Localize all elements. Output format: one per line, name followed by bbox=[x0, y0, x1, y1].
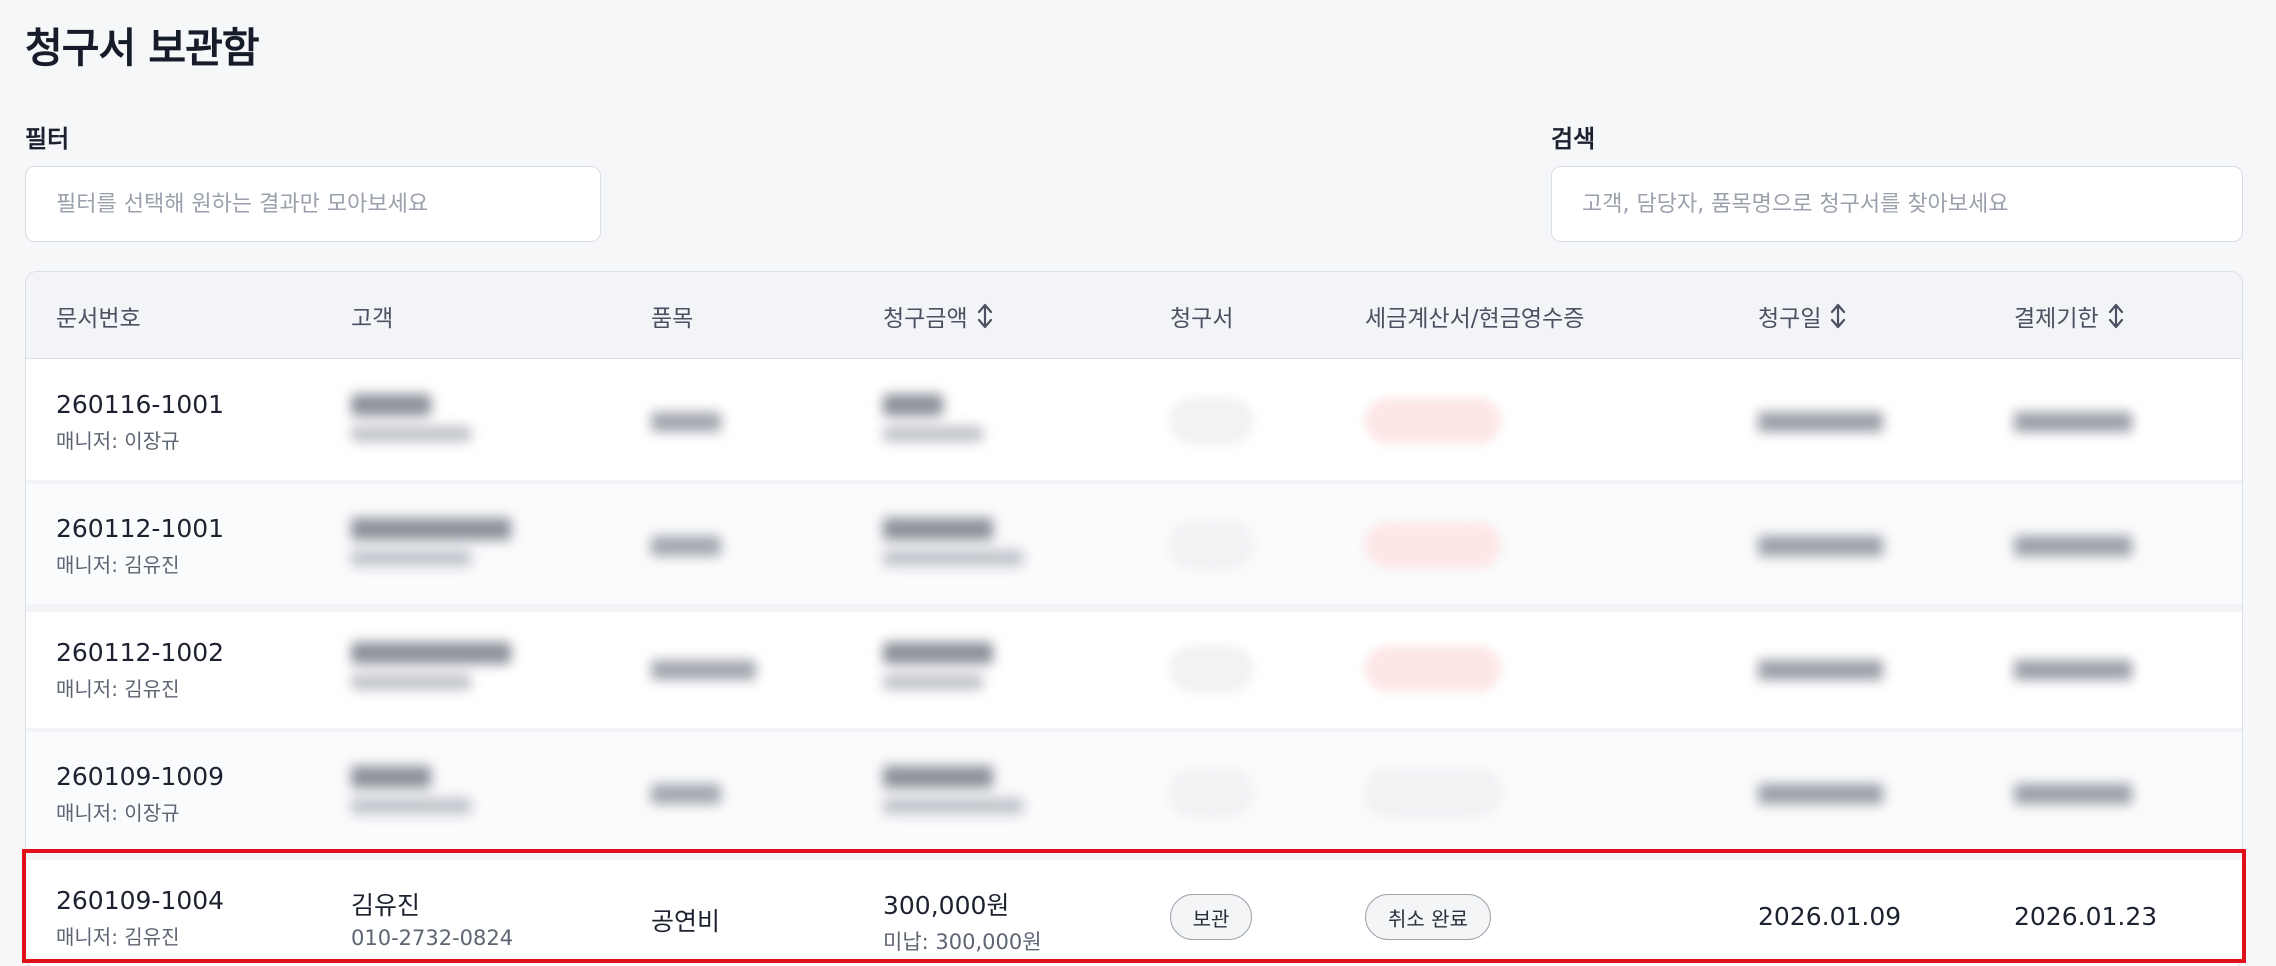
doc-number-cell: 260112-1002 매니저: 김유진 bbox=[56, 638, 224, 702]
doc-number[interactable]: 260112-1002 bbox=[56, 638, 224, 667]
table-header: 문서번호 고객 품목 청구금액 청구서 세금계산서/현금영수증 청구일 결제기한 bbox=[26, 272, 2242, 359]
customer-cell: 김유진 010-2732-0824 bbox=[351, 886, 513, 950]
due-date-cell bbox=[2014, 660, 2132, 680]
column-header-label: 고객 bbox=[351, 305, 394, 332]
manager-name: 매니저: 이장규 bbox=[56, 429, 180, 453]
invoice-status-badge[interactable] bbox=[1170, 646, 1252, 692]
column-header-label: 품목 bbox=[651, 305, 694, 332]
invoice-status-cell bbox=[1170, 398, 1252, 448]
item-cell bbox=[651, 412, 721, 432]
customer-cell bbox=[351, 642, 511, 690]
column-header: 세금계산서/현금영수증 bbox=[1365, 272, 1584, 359]
column-header: 문서번호 bbox=[56, 272, 141, 359]
tax-status-cell bbox=[1365, 646, 1501, 696]
invoice-table: 문서번호 고객 품목 청구금액 청구서 세금계산서/현금영수증 청구일 결제기한 260116… bbox=[25, 271, 2243, 966]
search-input[interactable] bbox=[1582, 191, 2242, 217]
tax-status-badge[interactable] bbox=[1365, 770, 1501, 816]
customer-cell bbox=[351, 766, 471, 814]
manager-name: 매니저: 이장규 bbox=[56, 801, 180, 825]
column-header-label: 문서번호 bbox=[56, 305, 141, 332]
manager-name: 매니저: 김유진 bbox=[56, 553, 180, 577]
table-row[interactable]: 260116-1001 매니저: 이장규 bbox=[26, 360, 2242, 484]
column-header[interactable]: 청구금액 bbox=[883, 272, 994, 359]
page-title: 청구서 보관함 bbox=[25, 24, 260, 72]
billed-date-cell bbox=[1758, 536, 1883, 556]
tax-status-cell bbox=[1365, 522, 1501, 572]
amount-cell bbox=[883, 394, 983, 442]
filter-field[interactable] bbox=[25, 166, 601, 242]
due-date-cell bbox=[2014, 536, 2132, 556]
column-header-label: 결제기한 bbox=[2014, 305, 2099, 332]
column-header: 청구서 bbox=[1170, 272, 1233, 359]
amount-cell bbox=[883, 766, 1023, 814]
sort-updown-icon[interactable] bbox=[976, 303, 994, 329]
billed-date-cell bbox=[1758, 784, 1883, 804]
invoice-status-badge[interactable] bbox=[1170, 522, 1252, 568]
doc-number[interactable]: 260109-1009 bbox=[56, 762, 224, 791]
search-label: 검색 bbox=[1551, 125, 1596, 153]
billed-date-cell bbox=[1758, 660, 1883, 680]
manager-name: 매니저: 김유진 bbox=[56, 677, 180, 701]
invoice-status-badge[interactable] bbox=[1170, 398, 1252, 444]
sort-updown-icon[interactable] bbox=[1829, 303, 1847, 329]
unpaid-amount: 미납: 300,000원 bbox=[883, 930, 1042, 954]
filter-input[interactable] bbox=[56, 191, 600, 217]
doc-number[interactable]: 260112-1001 bbox=[56, 514, 224, 543]
doc-number-cell: 260116-1001 매니저: 이장규 bbox=[56, 390, 224, 454]
invoice-status-cell bbox=[1170, 522, 1252, 572]
filter-label: 필터 bbox=[25, 125, 70, 153]
column-header[interactable]: 결제기한 bbox=[2014, 272, 2125, 359]
column-header-label: 청구서 bbox=[1170, 305, 1234, 332]
manager-name: 매니저: 김유진 bbox=[56, 925, 180, 949]
tax-status-badge[interactable] bbox=[1365, 398, 1501, 444]
tax-status-badge[interactable] bbox=[1365, 646, 1501, 692]
tax-status-badge[interactable] bbox=[1365, 522, 1501, 568]
customer-cell bbox=[351, 394, 471, 442]
invoice-status-badge[interactable]: 보관 bbox=[1170, 894, 1252, 940]
tax-status-cell bbox=[1365, 398, 1501, 448]
sort-updown-icon[interactable] bbox=[2107, 303, 2125, 329]
search-field[interactable] bbox=[1551, 166, 2243, 242]
table-row[interactable]: 260112-1002 매니저: 김유진 bbox=[26, 608, 2242, 732]
amount-cell: 300,000원미납: 300,000원 bbox=[883, 886, 1042, 956]
tax-status-badge[interactable]: 취소 완료 bbox=[1365, 894, 1491, 940]
column-header: 품목 bbox=[651, 272, 693, 359]
tax-status-cell bbox=[1365, 770, 1501, 820]
table-row[interactable]: 260109-1004 매니저: 김유진 김유진 010-2732-0824 공연비 30… bbox=[26, 856, 2242, 966]
item-cell bbox=[651, 660, 756, 680]
amount-cell bbox=[883, 518, 1023, 566]
customer-cell bbox=[351, 518, 511, 566]
billed-date: 2026.01.09 bbox=[1758, 902, 1902, 931]
doc-number-cell: 260112-1001 매니저: 김유진 bbox=[56, 514, 224, 578]
table-row[interactable]: 260109-1009 매니저: 이장규 bbox=[26, 732, 2242, 856]
item-cell bbox=[651, 536, 721, 556]
customer-phone: 010-2732-0824 bbox=[351, 926, 514, 950]
item-name: 공연비 bbox=[651, 907, 721, 936]
due-date-cell bbox=[2014, 784, 2132, 804]
column-header-label: 청구일 bbox=[1758, 305, 1822, 332]
due-date-cell bbox=[2014, 412, 2132, 432]
column-header[interactable]: 청구일 bbox=[1758, 272, 1847, 359]
doc-number-cell: 260109-1009 매니저: 이장규 bbox=[56, 762, 224, 826]
invoice-status-badge[interactable] bbox=[1170, 770, 1252, 816]
due-date: 2026.01.23 bbox=[2014, 902, 2158, 931]
billed-amount: 300,000원 bbox=[883, 891, 1010, 920]
customer-name: 김유진 bbox=[351, 891, 421, 920]
column-header: 고객 bbox=[351, 272, 393, 359]
doc-number[interactable]: 260109-1004 bbox=[56, 886, 224, 915]
tax-status-cell: 취소 완료 bbox=[1365, 894, 1491, 940]
amount-cell bbox=[883, 642, 993, 690]
billed-date-cell bbox=[1758, 412, 1883, 432]
column-header-label: 세금계산서/현금영수증 bbox=[1365, 305, 1585, 332]
item-cell bbox=[651, 784, 721, 804]
invoice-status-cell bbox=[1170, 646, 1252, 696]
invoice-status-cell: 보관 bbox=[1170, 894, 1252, 940]
table-row[interactable]: 260112-1001 매니저: 김유진 bbox=[26, 484, 2242, 608]
doc-number-cell: 260109-1004 매니저: 김유진 bbox=[56, 886, 224, 950]
column-header-label: 청구금액 bbox=[883, 305, 968, 332]
invoice-status-cell bbox=[1170, 770, 1252, 820]
doc-number[interactable]: 260116-1001 bbox=[56, 390, 224, 419]
